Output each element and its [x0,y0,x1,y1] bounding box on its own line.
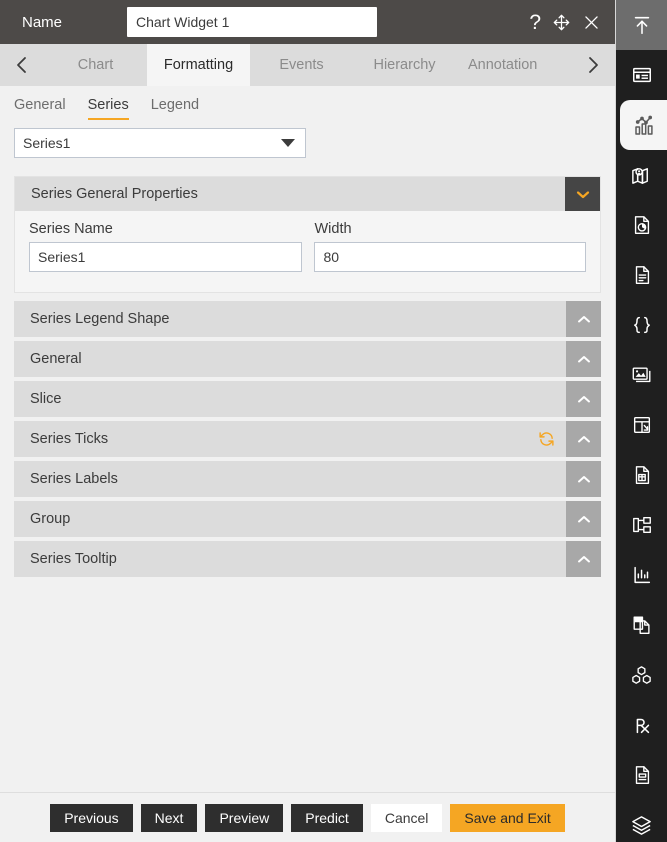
bar-chart-icon[interactable] [620,100,667,150]
section-title: Series Labels [30,471,118,487]
save-and-exit-button[interactable]: Save and Exit [450,803,565,832]
main-panel: Name ? [0,0,616,842]
series-name-input[interactable] [29,242,303,272]
series-general-properties-section: Series General Properties Series Name Wi… [14,176,601,293]
map-pin-icon[interactable] [616,150,667,200]
section-title: Series Legend Shape [30,311,170,327]
chevron-up-icon[interactable] [566,421,601,457]
dialog-footer: Previous Next Preview Predict Cancel Sav… [0,792,615,842]
accordion-row-slice[interactable]: Slice [14,381,601,417]
subtab-series[interactable]: Series [87,97,129,120]
blocks-cube-icon[interactable] [616,650,667,700]
sparkline-icon[interactable] [616,550,667,600]
chevron-up-icon[interactable] [566,301,601,337]
widget-configuration-dialog: Name ? [0,0,667,842]
form-panel-icon[interactable] [616,50,667,100]
series-width-label: Width [314,221,352,237]
chevron-up-icon[interactable] [566,381,601,417]
formatting-subtabs: General Series Legend [0,86,615,120]
main-tabstrip: Chart Formatting Events Hierarchy Annota… [0,44,615,86]
section-title: Series Tooltip [30,551,117,567]
cancel-button[interactable]: Cancel [370,803,443,832]
accordion-row-series-labels[interactable]: Series Labels [14,461,601,497]
copy-page-icon[interactable] [616,600,667,650]
accordion-row-group[interactable]: Group [14,501,601,537]
caret-down-icon [281,139,295,147]
help-icon[interactable]: ? [529,12,541,33]
next-button[interactable]: Next [140,803,198,832]
titlebar-actions: ? [529,12,601,33]
series-width-input[interactable] [314,242,586,272]
accordion-row-series-tooltip[interactable]: Series Tooltip [14,541,601,577]
chevron-up-icon[interactable] [566,461,601,497]
layout-grid-icon[interactable] [616,400,667,450]
tab-formatting[interactable]: Formatting [147,44,250,86]
section-title: Slice [30,391,62,407]
tab-annotation[interactable]: Annotation [456,44,571,86]
subtab-legend[interactable]: Legend [151,97,199,120]
tab-events[interactable]: Events [250,44,353,86]
series-name-label: Series Name [29,221,113,237]
section-title: Series General Properties [31,186,198,202]
accordion-row-general[interactable]: General [14,341,601,377]
series-general-properties-body: Series Name Width [15,211,600,292]
notes-doc-icon[interactable] [616,750,667,800]
series-selector-dropdown[interactable]: Series1 [14,128,306,158]
report-pie-icon[interactable] [616,200,667,250]
tabs-prev-arrow-icon[interactable] [0,44,44,86]
document-icon[interactable] [616,250,667,300]
reset-refresh-icon[interactable] [538,431,555,448]
widget-name-input[interactable] [127,7,377,37]
series-name-field: Series Name [29,221,303,272]
chevron-up-icon[interactable] [566,341,601,377]
name-label: Name [22,13,63,31]
series-settings-body: Series1 Series General Properties Series… [0,120,615,792]
chevron-down-icon[interactable] [565,177,600,211]
series-general-properties-header[interactable]: Series General Properties [15,177,600,211]
predict-button[interactable]: Predict [291,803,363,832]
tab-chart[interactable]: Chart [44,44,147,86]
section-title: Series Ticks [30,431,109,447]
chevron-up-icon[interactable] [566,541,601,577]
braces-json-icon[interactable] [616,300,667,350]
right-toolbar [616,0,667,842]
accordion-row-series-ticks[interactable]: Series Ticks [14,421,601,457]
layers-icon[interactable] [616,800,667,842]
previous-button[interactable]: Previous [50,803,133,832]
dialog-titlebar: Name ? [0,0,615,44]
move-icon[interactable] [552,13,571,32]
prescription-rx-icon[interactable] [616,700,667,750]
section-title: Group [30,511,71,527]
subtab-general[interactable]: General [14,97,66,120]
series-selector-value: Series1 [23,135,71,151]
tabs-next-arrow-icon[interactable] [571,44,615,86]
accordion-row-series-legend-shape[interactable]: Series Legend Shape [14,301,601,337]
collapse-up-icon[interactable] [616,0,667,50]
close-icon[interactable] [582,13,601,32]
section-title: General [30,351,82,367]
hierarchy-tree-icon[interactable] [616,500,667,550]
preview-button[interactable]: Preview [205,803,284,832]
series-width-field: Width [314,221,586,272]
image-gallery-icon[interactable] [616,350,667,400]
tab-hierarchy[interactable]: Hierarchy [353,44,456,86]
spreadsheet-doc-icon[interactable] [616,450,667,500]
chevron-up-icon[interactable] [566,501,601,537]
